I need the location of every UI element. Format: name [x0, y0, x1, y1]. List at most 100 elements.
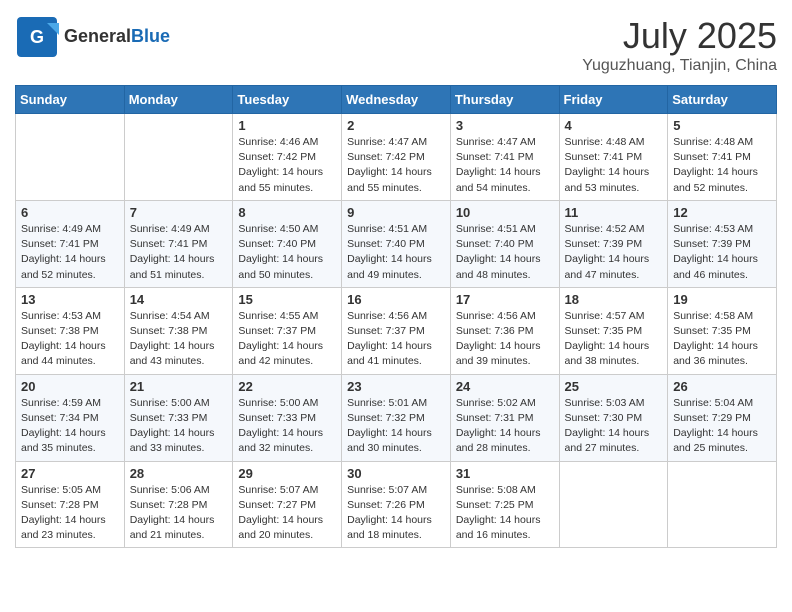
- day-number: 2: [347, 118, 445, 133]
- day-number: 4: [565, 118, 663, 133]
- weekday-header: Friday: [559, 86, 668, 114]
- day-info: Sunrise: 4:53 AM Sunset: 7:38 PM Dayligh…: [21, 309, 119, 370]
- day-number: 17: [456, 292, 554, 307]
- calendar-day-cell: 25 Sunrise: 5:03 AM Sunset: 7:30 PM Dayli…: [559, 374, 668, 461]
- day-number: 26: [673, 379, 771, 394]
- day-number: 5: [673, 118, 771, 133]
- day-info: Sunrise: 4:51 AM Sunset: 7:40 PM Dayligh…: [456, 222, 554, 283]
- day-info: Sunrise: 5:05 AM Sunset: 7:28 PM Dayligh…: [21, 483, 119, 544]
- day-info: Sunrise: 4:46 AM Sunset: 7:42 PM Dayligh…: [238, 135, 336, 196]
- location: Yuguzhuang, Tianjin, China: [582, 57, 777, 75]
- calendar-week-row: 27 Sunrise: 5:05 AM Sunset: 7:28 PM Dayli…: [16, 461, 777, 548]
- day-info: Sunrise: 4:47 AM Sunset: 7:41 PM Dayligh…: [456, 135, 554, 196]
- day-number: 18: [565, 292, 663, 307]
- day-number: 8: [238, 205, 336, 220]
- calendar-day-cell: 5 Sunrise: 4:48 AM Sunset: 7:41 PM Daylig…: [668, 114, 777, 201]
- title-block: July 2025 Yuguzhuang, Tianjin, China: [582, 15, 777, 75]
- calendar-day-cell: 31 Sunrise: 5:08 AM Sunset: 7:25 PM Dayli…: [450, 461, 559, 548]
- calendar-day-cell: 3 Sunrise: 4:47 AM Sunset: 7:41 PM Daylig…: [450, 114, 559, 201]
- day-info: Sunrise: 4:48 AM Sunset: 7:41 PM Dayligh…: [673, 135, 771, 196]
- day-info: Sunrise: 5:03 AM Sunset: 7:30 PM Dayligh…: [565, 396, 663, 457]
- day-number: 19: [673, 292, 771, 307]
- day-info: Sunrise: 4:49 AM Sunset: 7:41 PM Dayligh…: [21, 222, 119, 283]
- day-info: Sunrise: 4:51 AM Sunset: 7:40 PM Dayligh…: [347, 222, 445, 283]
- day-number: 22: [238, 379, 336, 394]
- calendar-day-cell: 24Sunrise: 5:02 AM Sunset: 7:31 PM Dayli…: [450, 374, 559, 461]
- calendar-week-row: 13 Sunrise: 4:53 AM Sunset: 7:38 PM Dayli…: [16, 287, 777, 374]
- calendar-week-row: 6 Sunrise: 4:49 AM Sunset: 7:41 PM Daylig…: [16, 200, 777, 287]
- calendar-day-cell: [124, 114, 233, 201]
- day-number: 28: [130, 466, 228, 481]
- calendar-day-cell: 10Sunrise: 4:51 AM Sunset: 7:40 PM Dayli…: [450, 200, 559, 287]
- day-number: 25: [565, 379, 663, 394]
- day-number: 24: [456, 379, 554, 394]
- day-number: 11: [565, 205, 663, 220]
- calendar-day-cell: 9Sunrise: 4:51 AM Sunset: 7:40 PM Daylig…: [342, 200, 451, 287]
- calendar-day-cell: 1Sunrise: 4:46 AM Sunset: 7:42 PM Daylig…: [233, 114, 342, 201]
- logo-blue: Blue: [131, 26, 170, 46]
- calendar-day-cell: 17 Sunrise: 4:56 AM Sunset: 7:36 PM Dayli…: [450, 287, 559, 374]
- svg-text:G: G: [30, 27, 44, 47]
- calendar-day-cell: 18 Sunrise: 4:57 AM Sunset: 7:35 PM Dayli…: [559, 287, 668, 374]
- calendar-day-cell: 12Sunrise: 4:53 AM Sunset: 7:39 PM Dayli…: [668, 200, 777, 287]
- calendar-day-cell: 8 Sunrise: 4:50 AM Sunset: 7:40 PM Daylig…: [233, 200, 342, 287]
- day-info: Sunrise: 4:50 AM Sunset: 7:40 PM Dayligh…: [238, 222, 336, 283]
- day-info: Sunrise: 5:06 AM Sunset: 7:28 PM Dayligh…: [130, 483, 228, 544]
- weekday-header: Saturday: [668, 86, 777, 114]
- calendar-day-cell: 7 Sunrise: 4:49 AM Sunset: 7:41 PM Daylig…: [124, 200, 233, 287]
- calendar-day-cell: 13 Sunrise: 4:53 AM Sunset: 7:38 PM Dayli…: [16, 287, 125, 374]
- day-number: 7: [130, 205, 228, 220]
- day-info: Sunrise: 4:49 AM Sunset: 7:41 PM Dayligh…: [130, 222, 228, 283]
- calendar-day-cell: 19 Sunrise: 4:58 AM Sunset: 7:35 PM Dayli…: [668, 287, 777, 374]
- calendar-day-cell: 14 Sunrise: 4:54 AM Sunset: 7:38 PM Dayli…: [124, 287, 233, 374]
- calendar-table: SundayMondayTuesdayWednesdayThursdayFrid…: [15, 85, 777, 548]
- logo-general: General: [64, 26, 131, 46]
- day-number: 13: [21, 292, 119, 307]
- day-number: 20: [21, 379, 119, 394]
- day-info: Sunrise: 4:52 AM Sunset: 7:39 PM Dayligh…: [565, 222, 663, 283]
- calendar-week-row: 20 Sunrise: 4:59 AM Sunset: 7:34 PM Dayli…: [16, 374, 777, 461]
- weekday-header: Wednesday: [342, 86, 451, 114]
- day-info: Sunrise: 5:08 AM Sunset: 7:25 PM Dayligh…: [456, 483, 554, 544]
- calendar-day-cell: 23 Sunrise: 5:01 AM Sunset: 7:32 PM Dayli…: [342, 374, 451, 461]
- calendar-day-cell: [16, 114, 125, 201]
- day-info: Sunrise: 5:00 AM Sunset: 7:33 PM Dayligh…: [238, 396, 336, 457]
- day-number: 14: [130, 292, 228, 307]
- logo: G GeneralBlue: [15, 15, 170, 59]
- day-number: 15: [238, 292, 336, 307]
- day-number: 6: [21, 205, 119, 220]
- day-number: 30: [347, 466, 445, 481]
- weekday-header: Thursday: [450, 86, 559, 114]
- day-info: Sunrise: 5:01 AM Sunset: 7:32 PM Dayligh…: [347, 396, 445, 457]
- day-number: 23: [347, 379, 445, 394]
- day-number: 31: [456, 466, 554, 481]
- day-info: Sunrise: 5:07 AM Sunset: 7:26 PM Dayligh…: [347, 483, 445, 544]
- calendar-day-cell: 16Sunrise: 4:56 AM Sunset: 7:37 PM Dayli…: [342, 287, 451, 374]
- day-number: 3: [456, 118, 554, 133]
- calendar-day-cell: 21Sunrise: 5:00 AM Sunset: 7:33 PM Dayli…: [124, 374, 233, 461]
- calendar-day-cell: [668, 461, 777, 548]
- calendar-day-cell: 30 Sunrise: 5:07 AM Sunset: 7:26 PM Dayli…: [342, 461, 451, 548]
- day-info: Sunrise: 5:07 AM Sunset: 7:27 PM Dayligh…: [238, 483, 336, 544]
- page-header: G GeneralBlue July 2025 Yuguzhuang, Tian…: [15, 15, 777, 75]
- calendar-day-cell: 27 Sunrise: 5:05 AM Sunset: 7:28 PM Dayli…: [16, 461, 125, 548]
- calendar-day-cell: 4Sunrise: 4:48 AM Sunset: 7:41 PM Daylig…: [559, 114, 668, 201]
- day-number: 27: [21, 466, 119, 481]
- day-info: Sunrise: 4:58 AM Sunset: 7:35 PM Dayligh…: [673, 309, 771, 370]
- calendar-week-row: 1Sunrise: 4:46 AM Sunset: 7:42 PM Daylig…: [16, 114, 777, 201]
- day-info: Sunrise: 5:00 AM Sunset: 7:33 PM Dayligh…: [130, 396, 228, 457]
- day-info: Sunrise: 4:57 AM Sunset: 7:35 PM Dayligh…: [565, 309, 663, 370]
- calendar-day-cell: 26Sunrise: 5:04 AM Sunset: 7:29 PM Dayli…: [668, 374, 777, 461]
- day-info: Sunrise: 4:47 AM Sunset: 7:42 PM Dayligh…: [347, 135, 445, 196]
- calendar-day-cell: 11 Sunrise: 4:52 AM Sunset: 7:39 PM Dayli…: [559, 200, 668, 287]
- weekday-header: Tuesday: [233, 86, 342, 114]
- day-info: Sunrise: 4:55 AM Sunset: 7:37 PM Dayligh…: [238, 309, 336, 370]
- calendar-day-cell: 22 Sunrise: 5:00 AM Sunset: 7:33 PM Dayli…: [233, 374, 342, 461]
- calendar-day-cell: 6 Sunrise: 4:49 AM Sunset: 7:41 PM Daylig…: [16, 200, 125, 287]
- calendar-day-cell: 29Sunrise: 5:07 AM Sunset: 7:27 PM Dayli…: [233, 461, 342, 548]
- day-info: Sunrise: 4:54 AM Sunset: 7:38 PM Dayligh…: [130, 309, 228, 370]
- calendar-day-cell: 15 Sunrise: 4:55 AM Sunset: 7:37 PM Dayli…: [233, 287, 342, 374]
- day-info: Sunrise: 4:59 AM Sunset: 7:34 PM Dayligh…: [21, 396, 119, 457]
- day-info: Sunrise: 4:56 AM Sunset: 7:36 PM Dayligh…: [456, 309, 554, 370]
- calendar-day-cell: [559, 461, 668, 548]
